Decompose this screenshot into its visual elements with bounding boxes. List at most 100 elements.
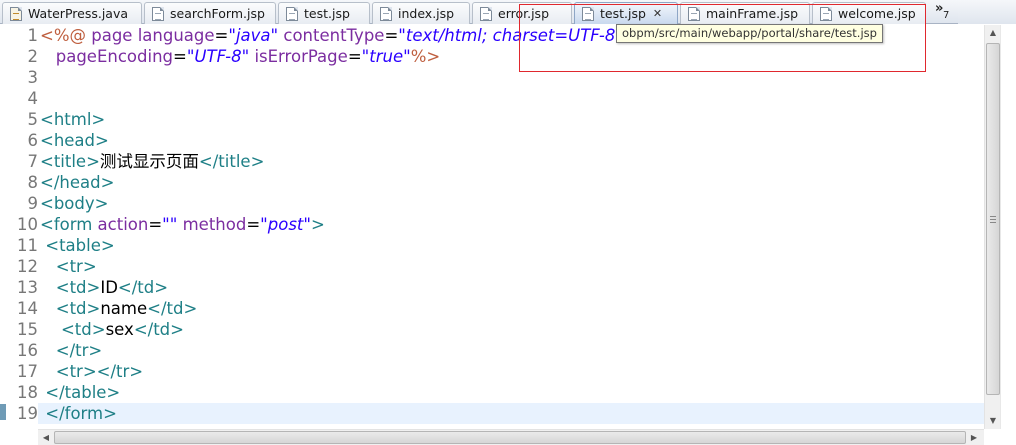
code-token: </title> [198,152,265,171]
code-token: contentType [283,26,385,45]
code-token: </td> [133,320,184,339]
overview-ruler [1000,25,1016,429]
code-line: <td>name</td> [40,298,198,319]
tab-welcome-jsp[interactable]: welcome.jsp [812,2,926,24]
line-number: 15 [17,320,38,339]
code-token: = [246,215,261,234]
tab-label: mainFrame.jsp [706,6,799,21]
code-token: "java" [228,26,279,45]
code-token: language [137,26,215,45]
code-line: </head> [40,172,114,193]
code-token: = [173,47,187,66]
jsp-file-icon [688,6,700,21]
tab-error-jsp[interactable]: error.jsp [472,2,572,24]
tab-test-jsp[interactable]: test.jsp [278,2,370,24]
horizontal-scrollbar[interactable]: ◀ ▶ [38,429,984,445]
line-number: 1 [27,26,39,45]
jsp-file-icon [152,6,164,21]
code-token: "text/html; charset=UTF-8" [398,26,623,45]
tab-bar-filler [958,0,1016,24]
grip-icon [990,216,996,223]
scroll-left-arrow-icon[interactable]: ◀ [38,430,54,445]
line-number: 18 [17,383,38,402]
line-number: 4 [27,89,39,108]
jsp-file-icon [582,6,594,21]
code-token: </tr> [55,341,103,360]
code-token: = [148,215,163,234]
scroll-up-arrow-icon[interactable]: ▲ [985,25,1001,41]
scroll-down-arrow-icon[interactable]: ▼ [985,413,1001,429]
line-number: 10 [17,215,38,234]
vertical-scrollbar[interactable]: ▲ ▼ [984,25,1000,429]
line-number: 8 [27,173,39,192]
tab-searchform-jsp[interactable]: searchForm.jsp [144,2,276,24]
tab-label: test.jsp [600,6,646,21]
code-line: <table> [40,235,115,256]
tab-overflow-button[interactable]: » 7 [930,1,956,23]
line-number: 3 [27,68,39,87]
code-line: <%@ page language="java" contentType="te… [40,25,623,46]
jsp-file-icon [820,6,832,21]
code-token: <%@ [40,26,92,45]
code-token: 测试显示页面 [99,152,199,171]
vertical-scroll-thumb[interactable] [986,43,1000,395]
tab-label: index.jsp [398,6,455,21]
code-token: > [311,215,325,234]
overflow-count: 7 [943,10,950,21]
code-token: page [91,26,138,45]
tab-index-jsp[interactable]: index.jsp [372,2,470,24]
code-line: <body> [40,193,108,214]
jsp-file-icon [286,6,298,21]
code-token: = [347,47,362,66]
jsp-file-icon [480,6,492,21]
code-token: <td> [55,278,101,297]
code-line: <td>ID</td> [40,277,168,298]
code-token: "" [162,215,178,234]
code-line: <title>测试显示页面</title> [40,151,264,172]
tab-label: welcome.jsp [838,6,916,21]
code-text-area[interactable]: <%@ page language = "java" contentType = "te… [38,25,984,429]
code-token: </td> [147,299,198,318]
code-editor[interactable]: 1 2 3 4 5 6 7 8 9 10 11 12 13 14 15 16 17 18 19 <%@ page l… [0,25,1016,445]
code-token: </td> [117,278,169,297]
horizontal-scroll-thumb[interactable] [54,431,966,444]
code-token: method [182,215,247,234]
line-number: 12 [17,257,38,276]
tab-test-jsp-active[interactable]: test.jsp ✕ [574,2,678,24]
code-token: pageEncoding [55,47,173,66]
scroll-right-arrow-icon[interactable]: ▶ [966,430,982,445]
close-icon[interactable]: ✕ [653,8,662,19]
code-line: </form> [40,403,117,424]
code-token: <title> [40,152,100,171]
line-number: 2 [27,47,39,66]
line-number: 6 [27,131,39,150]
code-token: <head> [40,131,109,150]
file-path-tooltip: obpm/src/main/webapp/portal/share/test.j… [616,24,883,43]
code-token: ID [100,278,118,297]
code-line: <form action="" method="post"> [40,214,325,235]
current-line-highlight [38,403,984,424]
jsp-file-icon [380,6,392,21]
tab-label: searchForm.jsp [170,6,265,21]
line-number: 13 [17,278,38,297]
code-token: <table> [45,236,115,255]
code-token: name [100,299,148,318]
tab-mainframe-jsp[interactable]: mainFrame.jsp [680,2,810,24]
code-line: <tr> [40,256,97,277]
tab-label: test.jsp [304,6,350,21]
code-token: "UTF-8" [186,47,250,66]
code-token: %> [410,47,441,66]
code-line: <tr></tr> [40,361,143,382]
line-number: 9 [27,194,39,213]
code-token: action [97,215,149,234]
tab-waterpress-java[interactable]: WaterPress.java [2,2,142,24]
line-number: 7 [27,152,39,171]
code-line: <html> [40,109,105,130]
code-token: <form [40,215,98,234]
